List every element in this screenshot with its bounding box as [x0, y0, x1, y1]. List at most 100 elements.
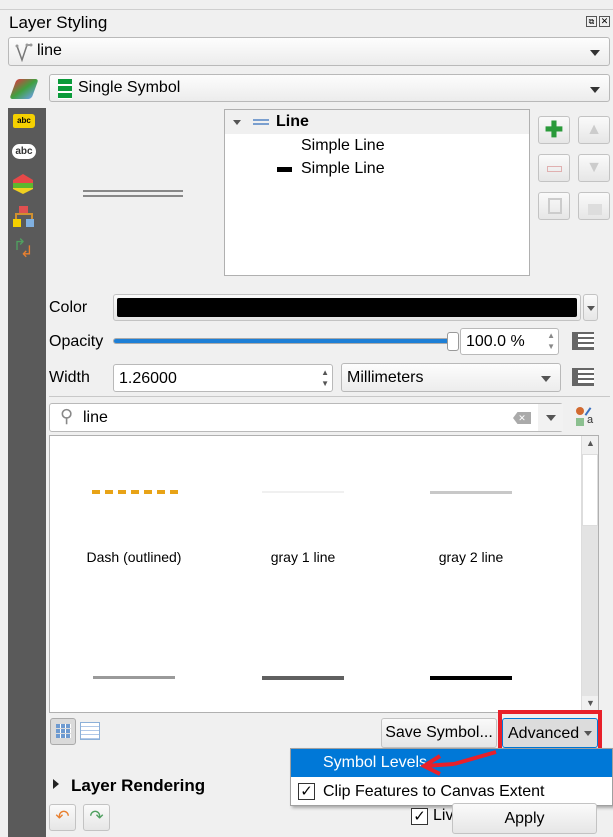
scroll-up-icon[interactable]: ▲ [586, 438, 595, 448]
search-value: line [83, 409, 108, 426]
grid-icon [56, 724, 71, 739]
duplicate-icon [548, 198, 562, 214]
divider [49, 396, 610, 397]
symbol-preview-line [92, 490, 178, 494]
save-symbol-button[interactable]: Save Symbol... [381, 718, 497, 748]
search-options-button[interactable] [538, 404, 563, 431]
sidebar-item-diagrams[interactable] [13, 206, 35, 228]
float-panel-button[interactable]: ⧉ [586, 16, 597, 27]
lock-icon [588, 204, 602, 215]
checkbox-checked[interactable]: ✓ [298, 783, 315, 800]
opacity-value: 100.0 % [466, 333, 525, 350]
history-icon: ↱ ↲ [13, 237, 34, 261]
undo-icon: ↶ [55, 807, 70, 826]
style-sidebar: abc abc ↱ ↲ [8, 108, 46, 837]
sidebar-item-labels[interactable]: abc [13, 114, 35, 128]
opacity-label: Opacity [49, 333, 104, 350]
remove-symbol-layer-button[interactable] [538, 154, 570, 182]
symbol-item[interactable] [223, 619, 383, 769]
undo-button[interactable]: ↶ [49, 804, 76, 831]
icon-view-button[interactable] [50, 718, 76, 745]
panel-title: Layer Styling [9, 13, 108, 32]
tree-item-simple-line[interactable]: Simple Line [277, 160, 385, 178]
layer-select[interactable]: line [8, 37, 610, 66]
opacity-slider[interactable] [113, 338, 455, 344]
masks-icon: abc [15, 146, 33, 157]
symbol-item[interactable]: gray 2 line [391, 436, 551, 586]
paintbrush-icon [9, 79, 39, 99]
spin-arrows-icon[interactable]: ▲ ▼ [321, 367, 329, 389]
chevron-down-icon [590, 87, 600, 93]
simple-line-swatch [277, 167, 292, 172]
symbol-item[interactable]: Dash (outlined) [54, 436, 214, 586]
width-value: 1.26000 [119, 370, 177, 387]
clear-search-icon[interactable]: ✕ [513, 412, 531, 424]
symbol-item[interactable]: gray 1 line [223, 436, 383, 586]
symbol-search-input[interactable]: ⚲ line ✕ [49, 403, 563, 432]
symbol-preview [83, 190, 183, 197]
triangle-down-icon: ▼ [586, 159, 602, 176]
layer-rendering-label: Layer Rendering [71, 776, 206, 795]
symbol-label: gray 1 line [270, 549, 336, 565]
tree-item-label: Simple Line [301, 160, 385, 177]
symbol-item[interactable] [54, 619, 214, 769]
apply-button[interactable]: Apply [452, 803, 597, 834]
close-panel-button[interactable]: ✕ [599, 16, 610, 27]
data-defined-override-icon[interactable] [572, 368, 594, 386]
symbol-preview-line [93, 676, 175, 679]
renderer-select[interactable]: Single Symbol [49, 74, 610, 102]
symbol-label: gray 2 line [438, 549, 504, 565]
sidebar-item-masks[interactable]: abc [12, 144, 36, 159]
redo-button[interactable]: ↷ [83, 804, 110, 831]
menu-item-clip-features[interactable]: ✓ Clip Features to Canvas Extent [291, 778, 612, 806]
panel-divider [0, 9, 613, 10]
move-down-button[interactable]: ▼ [578, 154, 610, 182]
color-label: Color [49, 299, 88, 316]
sidebar-item-3d-view[interactable] [13, 174, 33, 194]
tree-root-row[interactable]: Line [225, 110, 529, 134]
scrollbar-thumb[interactable] [582, 454, 598, 526]
opacity-spinbox[interactable]: 100.0 % ▲ ▼ [460, 328, 559, 355]
spin-arrows-icon[interactable]: ▲ ▼ [547, 330, 555, 352]
chevron-down-icon [546, 415, 556, 421]
sidebar-item-history[interactable]: ↱ ↲ [13, 237, 35, 261]
renderer-select-value: Single Symbol [78, 79, 181, 96]
tree-item-simple-line[interactable]: Simple Line [301, 137, 385, 155]
color-swatch [117, 298, 577, 317]
search-icon: ⚲ [60, 406, 74, 426]
list-view-button[interactable] [80, 722, 100, 740]
symbol-preview-line [262, 676, 344, 680]
move-up-button[interactable]: ▲ [578, 116, 610, 144]
duplicate-layer-button[interactable] [538, 192, 570, 220]
collapse-icon[interactable] [233, 120, 241, 125]
live-update-checkbox[interactable]: ✓ [411, 808, 428, 825]
tree-item-label: Simple Line [301, 137, 385, 154]
width-label: Width [49, 369, 90, 386]
expand-icon [53, 779, 59, 789]
single-symbol-icon [58, 79, 72, 99]
labels-icon: abc [17, 116, 31, 125]
add-symbol-layer-button[interactable]: ✚ [538, 116, 570, 144]
grid-scrollbar[interactable]: ▲ ▼ [581, 436, 598, 712]
data-defined-override-icon[interactable] [572, 332, 594, 350]
symbol-preview-line [430, 491, 512, 494]
unit-select[interactable]: Millimeters [341, 363, 561, 392]
opacity-slider-fill [114, 339, 454, 343]
lock-layer-button[interactable] [578, 192, 610, 220]
triangle-up-icon: ▲ [586, 121, 602, 138]
color-menu-button[interactable] [583, 294, 598, 321]
chevron-down-icon [541, 376, 551, 382]
color-button[interactable] [113, 294, 581, 321]
chevron-down-icon [590, 50, 600, 56]
plus-icon: ✚ [544, 117, 564, 142]
line-symbol-icon [253, 119, 269, 125]
scroll-down-icon[interactable]: ▼ [586, 698, 595, 708]
style-manager-icon[interactable]: a [576, 407, 596, 427]
width-spinbox[interactable]: 1.26000 ▲ ▼ [113, 364, 333, 392]
annotation-arrow [420, 750, 497, 776]
symbol-layer-tree: Line Simple Line Simple Line [224, 109, 530, 276]
symbol-preview-line [262, 491, 344, 493]
chevron-down-icon [587, 306, 595, 311]
opacity-slider-handle[interactable] [447, 332, 459, 351]
tree-root-label: Line [276, 113, 309, 130]
